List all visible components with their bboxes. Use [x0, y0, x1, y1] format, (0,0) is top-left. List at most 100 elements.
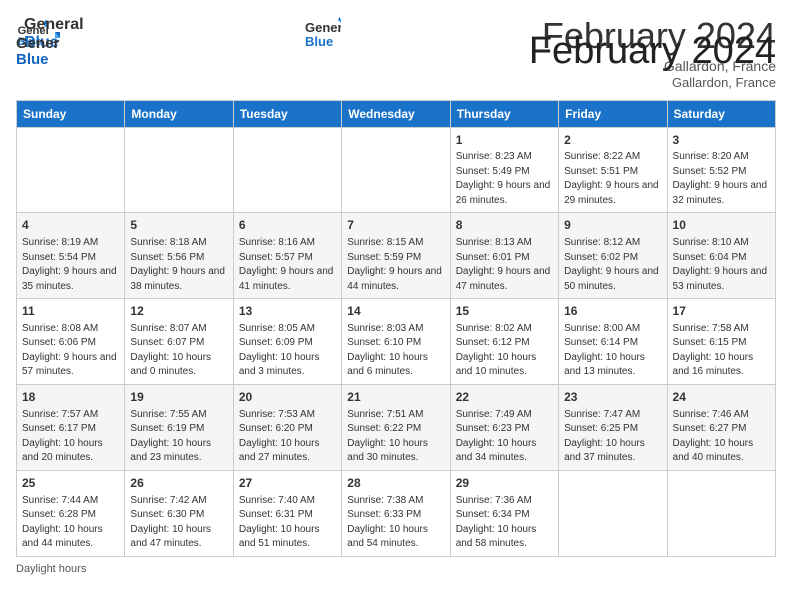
- calendar-cell: [17, 127, 125, 213]
- day-info: Sunrise: 8:18 AM Sunset: 5:56 PM Dayligh…: [130, 236, 227, 294]
- day-info: Sunrise: 7:42 AM Sunset: 6:30 PM Dayligh…: [130, 494, 227, 552]
- day-number: 12: [130, 303, 227, 320]
- header-right: February 2024 Gallardon, France: [529, 30, 776, 90]
- calendar-cell: 17Sunrise: 7:58 AM Sunset: 6:15 PM Dayli…: [667, 299, 775, 385]
- day-number: 9: [564, 217, 661, 234]
- day-number: 27: [239, 475, 336, 492]
- calendar-cell: [559, 470, 667, 556]
- calendar-cell: 22 Sunrise: 7:49 AM Sunset: 6:23 PM Dayli…: [450, 384, 558, 470]
- day-number: 18: [22, 389, 119, 406]
- logo-container: General Blue: [16, 30, 60, 70]
- day-info: Sunrise: 7:58 AM Sunset: 6:15 PM Dayligh…: [673, 322, 770, 380]
- calendar-cell: 25 Sunrise: 7:44 AM Sunset: 6:28 PM Dayli…: [17, 470, 125, 556]
- col-header-tuesday: Tuesday: [233, 100, 341, 127]
- day-number: 8: [456, 217, 553, 234]
- calendar-cell: 19Sunrise: 7:55 AM Sunset: 6:19 PM Dayli…: [125, 384, 233, 470]
- day-number: 15: [456, 303, 553, 320]
- calendar-cell: 8 Sunrise: 8:13 AM Sunset: 6:01 PM Daylig…: [450, 213, 558, 299]
- logo-svg: General Blue: [305, 16, 341, 52]
- day-number: 2: [564, 132, 661, 149]
- day-info: Sunrise: 7:53 AM Sunset: 6:20 PM Dayligh…: [239, 408, 336, 466]
- day-info: Sunrise: 7:57 AM Sunset: 6:17 PM Dayligh…: [22, 408, 119, 466]
- day-number: 22: [456, 389, 553, 406]
- col-header-thursday: Thursday: [450, 100, 558, 127]
- day-info: Sunrise: 8:05 AM Sunset: 6:09 PM Dayligh…: [239, 322, 336, 380]
- calendar-cell: 6 Sunrise: 8:16 AM Sunset: 5:57 PM Daylig…: [233, 213, 341, 299]
- day-info: Sunrise: 8:08 AM Sunset: 6:06 PM Dayligh…: [22, 322, 119, 380]
- calendar-cell: 20 Sunrise: 7:53 AM Sunset: 6:20 PM Dayli…: [233, 384, 341, 470]
- day-info: Sunrise: 8:16 AM Sunset: 5:57 PM Dayligh…: [239, 236, 336, 294]
- calendar-cell: 12 Sunrise: 8:07 AM Sunset: 6:07 PM Dayli…: [125, 299, 233, 385]
- day-number: 13: [239, 303, 336, 320]
- calendar-week-4: 18 Sunrise: 7:57 AM Sunset: 6:17 PM Dayli…: [17, 384, 776, 470]
- day-info: Sunrise: 7:44 AM Sunset: 6:28 PM Dayligh…: [22, 494, 119, 552]
- calendar-header-row: SundayMondayTuesdayWednesdayThursdayFrid…: [17, 100, 776, 127]
- day-number: 29: [456, 475, 553, 492]
- day-number: 21: [347, 389, 444, 406]
- day-info: Sunrise: 8:10 AM Sunset: 6:04 PM Dayligh…: [673, 236, 770, 294]
- svg-text:Blue: Blue: [16, 51, 49, 68]
- day-info: Sunrise: 8:03 AM Sunset: 6:10 PM Dayligh…: [347, 322, 444, 380]
- day-number: 20: [239, 389, 336, 406]
- calendar-cell: 5 Sunrise: 8:18 AM Sunset: 5:56 PM Daylig…: [125, 213, 233, 299]
- day-number: 23: [564, 389, 661, 406]
- col-header-monday: Monday: [125, 100, 233, 127]
- day-number: 11: [22, 303, 119, 320]
- calendar-week-1: 1Sunrise: 8:23 AM Sunset: 5:49 PM Daylig…: [17, 127, 776, 213]
- day-info: Sunrise: 8:00 AM Sunset: 6:14 PM Dayligh…: [564, 322, 661, 380]
- logo-graphic: General Blue: [16, 30, 60, 70]
- col-header-saturday: Saturday: [667, 100, 775, 127]
- svg-text:General: General: [16, 35, 60, 52]
- calendar-cell: 23 Sunrise: 7:47 AM Sunset: 6:25 PM Dayli…: [559, 384, 667, 470]
- day-info: Sunrise: 8:19 AM Sunset: 5:54 PM Dayligh…: [22, 236, 119, 294]
- calendar-week-3: 11 Sunrise: 8:08 AM Sunset: 6:06 PM Dayli…: [17, 299, 776, 385]
- calendar-cell: 24Sunrise: 7:46 AM Sunset: 6:27 PM Dayli…: [667, 384, 775, 470]
- day-info: Sunrise: 7:40 AM Sunset: 6:31 PM Dayligh…: [239, 494, 336, 552]
- day-info: Sunrise: 8:20 AM Sunset: 5:52 PM Dayligh…: [673, 150, 770, 208]
- day-number: 4: [22, 217, 119, 234]
- logo-full: General Blue: [305, 16, 341, 52]
- day-info: Sunrise: 7:51 AM Sunset: 6:22 PM Dayligh…: [347, 408, 444, 466]
- day-info: Sunrise: 8:22 AM Sunset: 5:51 PM Dayligh…: [564, 150, 661, 208]
- day-number: 10: [673, 217, 770, 234]
- day-number: 28: [347, 475, 444, 492]
- day-number: 5: [130, 217, 227, 234]
- calendar-cell: 10 Sunrise: 8:10 AM Sunset: 6:04 PM Dayli…: [667, 213, 775, 299]
- calendar-table: SundayMondayTuesdayWednesdayThursdayFrid…: [16, 100, 776, 557]
- calendar-cell: [233, 127, 341, 213]
- day-info: Sunrise: 7:46 AM Sunset: 6:27 PM Dayligh…: [673, 408, 770, 466]
- col-header-sunday: Sunday: [17, 100, 125, 127]
- calendar-cell: [125, 127, 233, 213]
- calendar-cell: 18 Sunrise: 7:57 AM Sunset: 6:17 PM Dayli…: [17, 384, 125, 470]
- day-number: 14: [347, 303, 444, 320]
- svg-text:Blue: Blue: [305, 34, 333, 49]
- day-number: 3: [673, 132, 770, 149]
- calendar-cell: [342, 127, 450, 213]
- calendar-week-2: 4 Sunrise: 8:19 AM Sunset: 5:54 PM Daylig…: [17, 213, 776, 299]
- day-info: Sunrise: 8:15 AM Sunset: 5:59 PM Dayligh…: [347, 236, 444, 294]
- calendar-cell: 21 Sunrise: 7:51 AM Sunset: 6:22 PM Dayli…: [342, 384, 450, 470]
- calendar-cell: 29 Sunrise: 7:36 AM Sunset: 6:34 PM Dayli…: [450, 470, 558, 556]
- day-info: Sunrise: 7:36 AM Sunset: 6:34 PM Dayligh…: [456, 494, 553, 552]
- page-title: February 2024: [529, 30, 776, 73]
- page-subtitle: Gallardon, France: [529, 75, 776, 90]
- day-info: Sunrise: 8:07 AM Sunset: 6:07 PM Dayligh…: [130, 322, 227, 380]
- calendar-cell: 7Sunrise: 8:15 AM Sunset: 5:59 PM Daylig…: [342, 213, 450, 299]
- day-number: 25: [22, 475, 119, 492]
- calendar-cell: [667, 470, 775, 556]
- day-info: Sunrise: 8:02 AM Sunset: 6:12 PM Dayligh…: [456, 322, 553, 380]
- calendar-cell: 28Sunrise: 7:38 AM Sunset: 6:33 PM Dayli…: [342, 470, 450, 556]
- calendar-cell: 13 Sunrise: 8:05 AM Sunset: 6:09 PM Dayli…: [233, 299, 341, 385]
- day-info: Sunrise: 7:47 AM Sunset: 6:25 PM Dayligh…: [564, 408, 661, 466]
- calendar-cell: 2Sunrise: 8:22 AM Sunset: 5:51 PM Daylig…: [559, 127, 667, 213]
- day-info: Sunrise: 8:23 AM Sunset: 5:49 PM Dayligh…: [456, 150, 553, 208]
- calendar-cell: 4 Sunrise: 8:19 AM Sunset: 5:54 PM Daylig…: [17, 213, 125, 299]
- svg-text:General: General: [305, 20, 341, 35]
- day-number: 6: [239, 217, 336, 234]
- day-info: Sunrise: 8:12 AM Sunset: 6:02 PM Dayligh…: [564, 236, 661, 294]
- col-header-wednesday: Wednesday: [342, 100, 450, 127]
- col-header-friday: Friday: [559, 100, 667, 127]
- day-info: Sunrise: 8:13 AM Sunset: 6:01 PM Dayligh…: [456, 236, 553, 294]
- day-info: Sunrise: 7:49 AM Sunset: 6:23 PM Dayligh…: [456, 408, 553, 466]
- day-number: 1: [456, 132, 553, 149]
